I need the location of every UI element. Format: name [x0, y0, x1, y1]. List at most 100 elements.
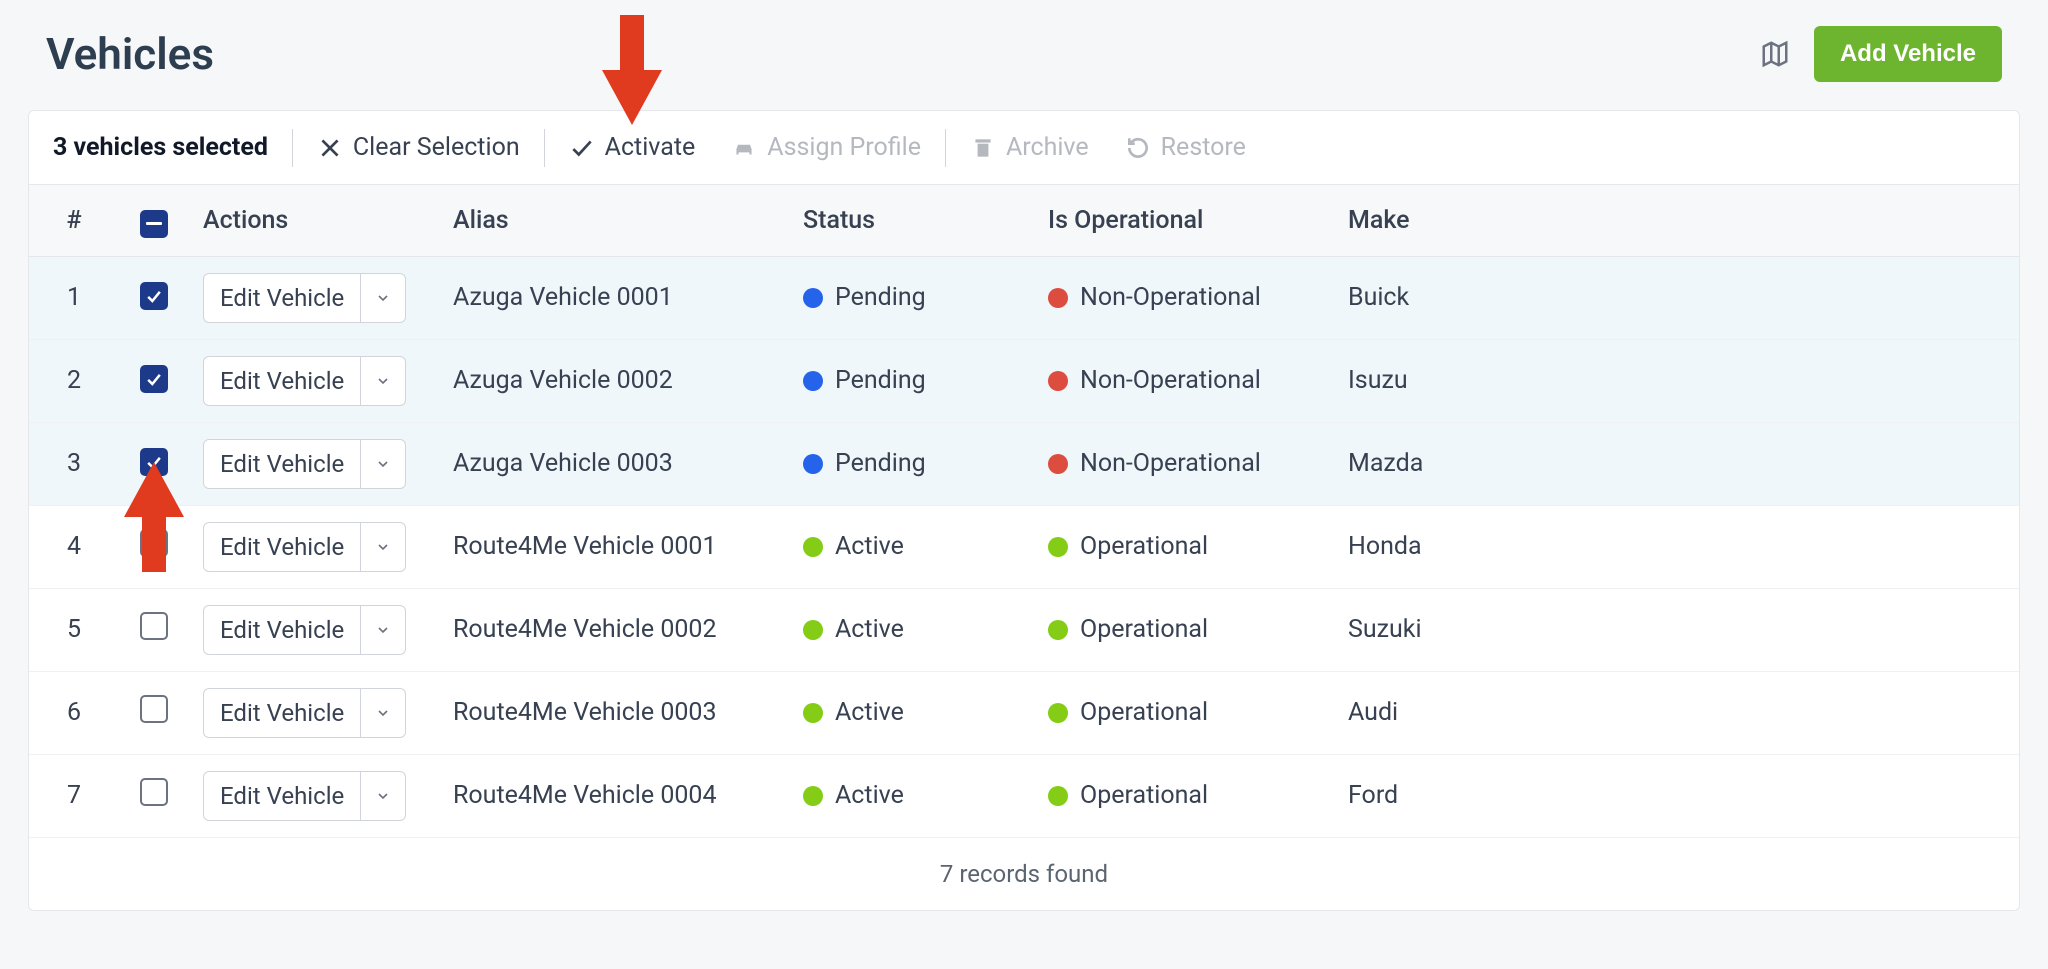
edit-vehicle-button[interactable]: Edit Vehicle [203, 771, 406, 821]
assign-profile-label: Assign Profile [767, 133, 921, 162]
make-cell: Ford [1334, 754, 2019, 837]
row-number: 5 [29, 588, 119, 671]
operational-dot-icon [1048, 454, 1068, 474]
map-icon[interactable] [1760, 39, 1790, 69]
restore-label: Restore [1161, 133, 1246, 162]
edit-vehicle-button[interactable]: Edit Vehicle [203, 688, 406, 738]
chevron-down-icon[interactable] [360, 772, 405, 820]
select-all-checkbox[interactable] [140, 210, 168, 238]
status-cell: Active [803, 532, 1020, 561]
status-dot-icon [803, 371, 823, 391]
row-checkbox[interactable] [140, 695, 168, 723]
chevron-down-icon[interactable] [360, 689, 405, 737]
operational-dot-icon [1048, 537, 1068, 557]
selection-count: 3 vehicles selected [53, 127, 286, 168]
alias-cell: Azuga Vehicle 0002 [439, 339, 789, 422]
alias-cell: Route4Me Vehicle 0003 [439, 671, 789, 754]
clear-selection-button[interactable]: Clear Selection [299, 127, 538, 168]
divider [945, 129, 946, 167]
status-text: Active [835, 781, 904, 810]
row-checkbox[interactable] [140, 612, 168, 640]
restore-icon [1125, 135, 1151, 161]
chevron-down-icon[interactable] [360, 440, 405, 488]
status-text: Pending [835, 283, 926, 312]
activate-button[interactable]: Activate [551, 127, 714, 168]
operational-text: Non-Operational [1080, 366, 1261, 395]
edit-vehicle-label: Edit Vehicle [204, 606, 360, 654]
operational-text: Operational [1080, 615, 1208, 644]
col-header-status[interactable]: Status [789, 185, 1034, 256]
close-icon [317, 135, 343, 161]
operational-text: Operational [1080, 781, 1208, 810]
table-row[interactable]: 3Edit VehicleAzuga Vehicle 0003PendingNo… [29, 422, 2019, 505]
table-row[interactable]: 6Edit VehicleRoute4Me Vehicle 0003Active… [29, 671, 2019, 754]
status-cell: Active [803, 781, 1020, 810]
chevron-down-icon[interactable] [360, 357, 405, 405]
col-header-actions: Actions [189, 185, 439, 256]
make-cell: Audi [1334, 671, 2019, 754]
row-checkbox[interactable] [140, 365, 168, 393]
restore-button: Restore [1107, 127, 1264, 168]
archive-button: Archive [952, 127, 1107, 168]
operational-cell: Operational [1048, 781, 1320, 810]
chevron-down-icon[interactable] [360, 523, 405, 571]
status-dot-icon [803, 703, 823, 723]
row-checkbox[interactable] [140, 282, 168, 310]
operational-text: Operational [1080, 532, 1208, 561]
check-icon [569, 135, 595, 161]
row-checkbox[interactable] [140, 448, 168, 476]
edit-vehicle-label: Edit Vehicle [204, 274, 360, 322]
vehicle-profile-icon [731, 135, 757, 161]
status-cell: Pending [803, 283, 1020, 312]
operational-cell: Operational [1048, 532, 1320, 561]
edit-vehicle-button[interactable]: Edit Vehicle [203, 605, 406, 655]
col-header-number[interactable]: # [29, 185, 119, 256]
status-text: Pending [835, 366, 926, 395]
status-dot-icon [803, 786, 823, 806]
make-cell: Suzuki [1334, 588, 2019, 671]
row-number: 3 [29, 422, 119, 505]
alias-cell: Azuga Vehicle 0003 [439, 422, 789, 505]
edit-vehicle-button[interactable]: Edit Vehicle [203, 439, 406, 489]
chevron-down-icon[interactable] [360, 274, 405, 322]
operational-cell: Non-Operational [1048, 283, 1320, 312]
edit-vehicle-button[interactable]: Edit Vehicle [203, 356, 406, 406]
make-cell: Honda [1334, 505, 2019, 588]
row-checkbox[interactable] [140, 778, 168, 806]
add-vehicle-button[interactable]: Add Vehicle [1814, 26, 2002, 82]
edit-vehicle-button[interactable]: Edit Vehicle [203, 522, 406, 572]
edit-vehicle-label: Edit Vehicle [204, 689, 360, 737]
col-header-operational[interactable]: Is Operational [1034, 185, 1334, 256]
operational-dot-icon [1048, 703, 1068, 723]
table-row[interactable]: 5Edit VehicleRoute4Me Vehicle 0002Active… [29, 588, 2019, 671]
row-number: 7 [29, 754, 119, 837]
operational-dot-icon [1048, 288, 1068, 308]
alias-cell: Route4Me Vehicle 0002 [439, 588, 789, 671]
table-footer: 7 records found [29, 838, 2019, 910]
archive-label: Archive [1006, 133, 1089, 162]
table-row[interactable]: 2Edit VehicleAzuga Vehicle 0002PendingNo… [29, 339, 2019, 422]
edit-vehicle-button[interactable]: Edit Vehicle [203, 273, 406, 323]
alias-cell: Azuga Vehicle 0001 [439, 256, 789, 339]
col-header-select[interactable] [119, 185, 189, 256]
vehicles-card: 3 vehicles selected Clear Selection Acti… [28, 110, 2020, 911]
operational-cell: Non-Operational [1048, 366, 1320, 395]
table-row[interactable]: 7Edit VehicleRoute4Me Vehicle 0004Active… [29, 754, 2019, 837]
chevron-down-icon[interactable] [360, 606, 405, 654]
row-number: 1 [29, 256, 119, 339]
trash-icon [970, 135, 996, 161]
status-dot-icon [803, 620, 823, 640]
edit-vehicle-label: Edit Vehicle [204, 523, 360, 571]
row-checkbox[interactable] [140, 529, 168, 557]
table-row[interactable]: 4Edit VehicleRoute4Me Vehicle 0001Active… [29, 505, 2019, 588]
operational-dot-icon [1048, 371, 1068, 391]
operational-text: Non-Operational [1080, 283, 1261, 312]
operational-dot-icon [1048, 786, 1068, 806]
col-header-make[interactable]: Make [1334, 185, 2019, 256]
row-number: 4 [29, 505, 119, 588]
table-row[interactable]: 1 Edit Vehicle Azuga Vehicle 0001 Pending No… [29, 256, 2019, 339]
divider [292, 129, 293, 167]
status-dot-icon [803, 288, 823, 308]
col-header-alias[interactable]: Alias [439, 185, 789, 256]
status-text: Active [835, 532, 904, 561]
